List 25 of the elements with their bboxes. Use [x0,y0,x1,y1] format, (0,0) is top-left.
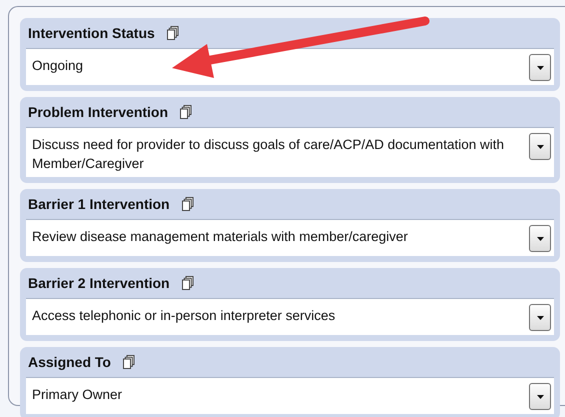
copy-icon[interactable] [122,355,135,369]
field-label: Barrier 2 Intervention [28,275,170,291]
caret-icon [536,144,544,148]
dropdown-button[interactable] [529,54,551,81]
dropdown-button[interactable] [529,304,551,331]
dropdown-button[interactable] [529,225,551,252]
dropdown-button[interactable] [529,133,551,160]
field-label: Assigned To [28,354,111,370]
copy-icon[interactable] [166,26,179,40]
dropdown-field[interactable]: Ongoing [26,48,554,85]
copy-icon[interactable] [182,276,194,290]
field-label: Barrier 1 Intervention [28,196,170,212]
dropdown-field[interactable]: Primary Owner [26,377,554,414]
caret-icon [536,236,544,240]
caret-icon [536,316,544,320]
dropdown-field[interactable]: Access telephonic or in-person interpreter services [26,298,554,335]
caret-icon [536,66,544,70]
field-label: Problem Intervention [28,104,168,120]
copy-icon[interactable] [180,105,192,119]
field-label: Intervention Status [28,25,155,41]
caret-icon [536,394,544,398]
dropdown-field[interactable]: Review disease management materials with member/caregiver [26,219,554,256]
dropdown-field[interactable]: Discuss need for provider to discuss goals of care/ACP/AD documentation with Member/Caregiver [26,127,554,177]
dropdown-button[interactable] [529,383,551,410]
copy-icon[interactable] [182,197,194,211]
